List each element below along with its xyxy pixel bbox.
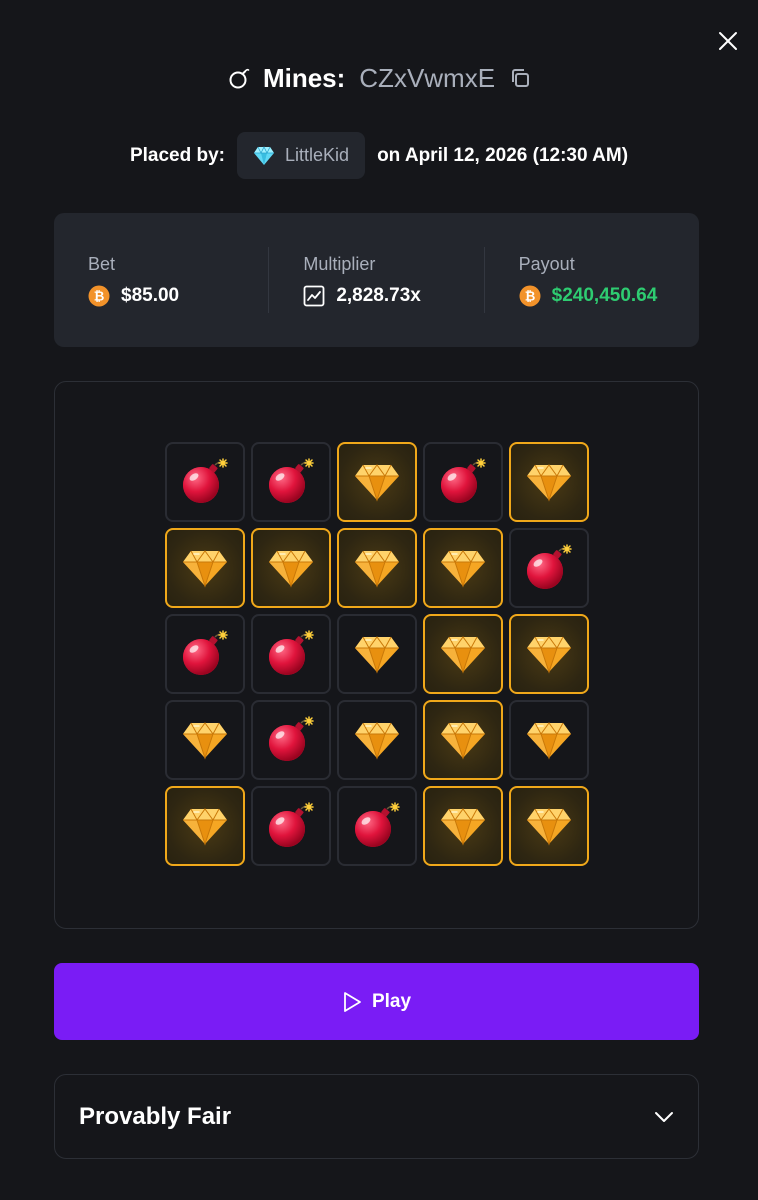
bomb-icon	[269, 716, 314, 761]
gem-icon	[355, 636, 399, 674]
tile-gem	[509, 700, 589, 780]
svg-text:₿: ₿	[94, 289, 105, 304]
tile-gem-revealed	[509, 442, 589, 522]
bomb-icon	[183, 458, 228, 503]
tile-mine	[423, 442, 503, 522]
bomb-icon	[441, 458, 486, 503]
multiplier-value: 2,828.73x	[336, 284, 421, 306]
tile-mine	[165, 442, 245, 522]
gem-icon	[527, 808, 571, 846]
bomb-icon	[269, 458, 314, 503]
placed-by-label: Placed by:	[129, 144, 226, 166]
gem-icon	[183, 808, 227, 846]
tile-mine	[251, 442, 331, 522]
tile-gem-revealed	[337, 442, 417, 522]
play-icon	[344, 991, 361, 1012]
bomb-icon	[269, 802, 314, 847]
tile-gem-revealed	[423, 786, 503, 866]
tile-gem-revealed	[423, 700, 503, 780]
gem-icon	[269, 550, 313, 588]
bet-stats-card: Bet ₿ $85.00 Multiplier 2,828.73x Payout…	[54, 213, 699, 347]
gem-icon	[441, 550, 485, 588]
gem-icon	[527, 722, 571, 760]
game-title: Mines:	[262, 62, 346, 93]
tile-gem-revealed	[423, 528, 503, 608]
close-button[interactable]	[714, 27, 742, 55]
gem-icon	[355, 464, 399, 502]
close-icon	[719, 32, 737, 50]
play-button[interactable]: Play	[54, 963, 699, 1040]
gem-icon	[183, 550, 227, 588]
tile-gem-revealed	[423, 614, 503, 694]
mines-board	[54, 381, 699, 929]
username: LittleKid	[285, 145, 350, 165]
bitcoin-icon: ₿	[88, 285, 110, 306]
provably-fair-title: Provably Fair	[79, 1102, 232, 1130]
tile-gem-revealed	[165, 786, 245, 866]
gem-icon	[441, 808, 485, 846]
tile-gem-revealed	[165, 528, 245, 608]
payout-label: Payout	[518, 253, 575, 274]
multiplier-stat: Multiplier 2,828.73x	[268, 247, 483, 313]
user-chip[interactable]: LittleKid	[237, 132, 366, 179]
svg-text:₿: ₿	[524, 289, 535, 304]
bet-label: Bet	[88, 253, 116, 274]
tile-gem	[165, 700, 245, 780]
bet-value: $85.00	[121, 284, 180, 306]
tile-mine	[165, 614, 245, 694]
mines-grid	[165, 442, 589, 866]
multiplier-label: Multiplier	[303, 253, 376, 274]
tile-gem-revealed	[509, 786, 589, 866]
modal-title: Mines: CZxVwmxE	[0, 60, 758, 96]
gem-icon	[527, 464, 571, 502]
tile-gem-revealed	[509, 614, 589, 694]
chevron-down-icon[interactable]	[654, 1111, 674, 1123]
gem-icon	[355, 550, 399, 588]
placed-by-row: Placed by: LittleKid on April 12, 2026 (…	[0, 132, 758, 179]
gem-icon	[441, 722, 485, 760]
gem-icon	[355, 722, 399, 760]
bomb-icon	[527, 544, 572, 589]
bomb-icon	[355, 802, 400, 847]
tile-gem	[337, 614, 417, 694]
tile-mine	[509, 528, 589, 608]
bomb-icon	[229, 68, 250, 89]
tile-gem-revealed	[337, 528, 417, 608]
gem-icon	[441, 636, 485, 674]
placed-date: on April 12, 2026 (12:30 AM)	[377, 144, 629, 166]
bitcoin-icon: ₿	[519, 285, 541, 306]
game-id: CZxVwmxE	[359, 62, 496, 93]
bomb-icon	[269, 630, 314, 675]
copy-icon[interactable]	[509, 67, 531, 89]
play-label: Play	[371, 990, 412, 1012]
tile-mine	[251, 614, 331, 694]
tile-gem	[337, 700, 417, 780]
tile-mine	[337, 786, 417, 866]
gem-icon	[183, 722, 227, 760]
diamond-icon	[254, 145, 275, 165]
chart-icon	[303, 285, 325, 306]
payout-value: $240,450.64	[551, 284, 658, 306]
payout-stat: Payout ₿ $240,450.64	[483, 247, 699, 313]
tile-gem-revealed	[251, 528, 331, 608]
tile-mine	[251, 700, 331, 780]
provably-fair-section[interactable]: Provably Fair	[54, 1074, 699, 1159]
tile-mine	[251, 786, 331, 866]
bet-stat: Bet ₿ $85.00	[54, 247, 268, 313]
bomb-icon	[183, 630, 228, 675]
gem-icon	[527, 636, 571, 674]
